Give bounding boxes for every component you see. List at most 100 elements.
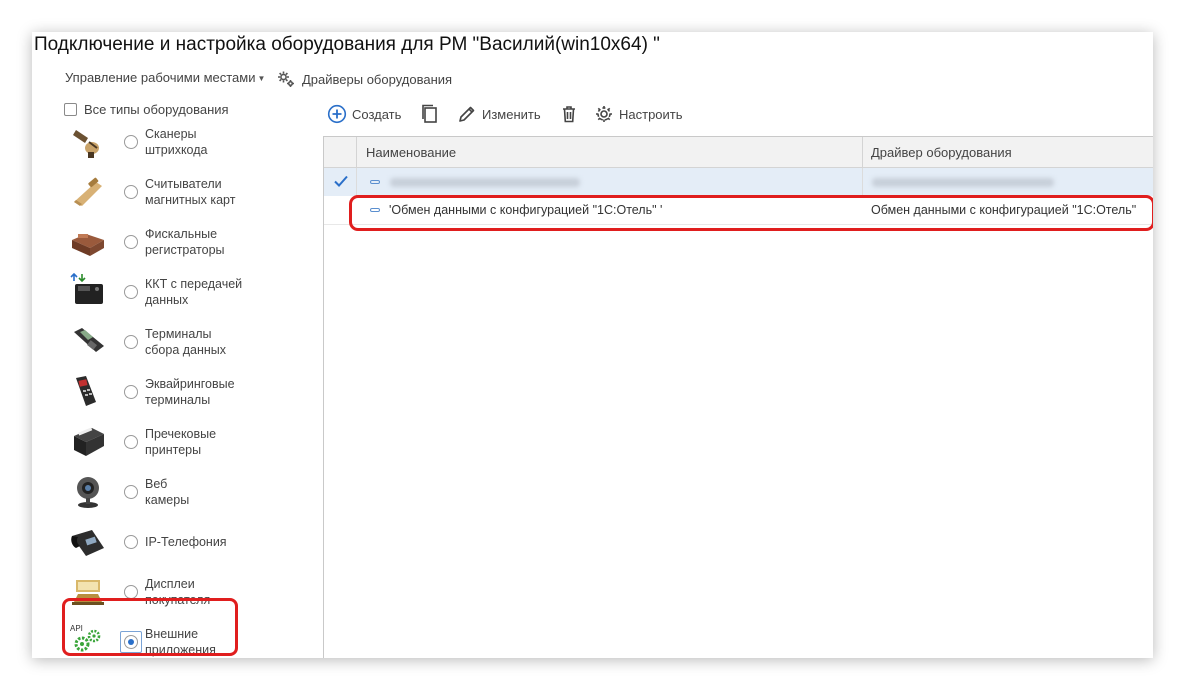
column-header-driver[interactable]: Драйвер оборудования: [871, 145, 1012, 160]
acquiring-terminal-icon: [68, 372, 108, 412]
label-line: регистраторы: [145, 243, 225, 257]
fiscal-registrar-icon: [68, 222, 108, 262]
equipment-type-item[interactable]: Эквайринговые терминалы: [32, 368, 322, 418]
equipment-type-item[interactable]: Терминалы сбора данных: [32, 318, 322, 368]
column-divider: [356, 137, 357, 167]
label-line: Терминалы: [145, 327, 212, 341]
data-terminal-icon: [68, 322, 108, 362]
label-line: магнитных карт: [145, 193, 236, 207]
label-line: Пречековые: [145, 427, 217, 441]
receipt-printer-icon: [74, 427, 104, 456]
label-line: ККТ с передачей: [145, 277, 243, 291]
barcode-scanner-icon: [68, 122, 108, 162]
top-toolbar: Управление рабочими местами ▼ Драйверы об…: [32, 68, 632, 90]
ip-phone-icon: [68, 522, 108, 562]
blurred-driver: [872, 178, 1054, 187]
column-header-name[interactable]: Наименование: [366, 145, 456, 160]
trash-icon: [563, 106, 575, 123]
edit-label: Изменить: [482, 106, 541, 122]
label-line: Фискальные: [145, 227, 218, 241]
equipment-settings-window: Подключение и настройка оборудования для…: [32, 32, 1153, 658]
configure-label: Настроить: [619, 106, 683, 122]
highlight-hotel-row: [349, 195, 1153, 231]
equipment-type-radio[interactable]: [124, 285, 138, 299]
label-line: Считыватели: [145, 177, 222, 191]
workplaces-menu[interactable]: Управление рабочими местами ▼: [65, 70, 265, 85]
label-line: IP-Телефония: [145, 535, 227, 549]
equipment-type-item[interactable]: Пречековые принтеры: [32, 418, 322, 468]
drivers-button[interactable]: Драйверы оборудования: [276, 68, 452, 90]
equipment-type-radio[interactable]: [124, 435, 138, 449]
card-reader-icon: [68, 172, 108, 212]
label-line: Сканеры: [145, 127, 197, 141]
equipment-type-radio[interactable]: [124, 485, 138, 499]
edit-button[interactable]: Изменить: [457, 102, 541, 126]
drivers-button-label: Драйверы оборудования: [302, 71, 453, 87]
webcam-icon: [77, 477, 99, 508]
highlight-external-apps: [62, 598, 238, 656]
acquiring-terminal-icon: [76, 376, 96, 406]
label-line: сбора данных: [145, 343, 227, 357]
label-line: Веб: [145, 477, 168, 491]
equipment-type-radio[interactable]: [124, 335, 138, 349]
equipment-type-label: Считыватели магнитных карт: [145, 176, 275, 208]
label-line: данных: [145, 293, 189, 307]
fiscal-registrar-icon: [72, 234, 104, 256]
equipment-type-panel: Все типы оборудования Сканеры штрихкода Сч…: [32, 98, 322, 658]
receipt-printer-icon: [68, 422, 108, 462]
equipment-type-item[interactable]: ККТ с передачей данных: [32, 268, 322, 318]
equipment-type-radio[interactable]: [124, 535, 138, 549]
equipment-type-radio[interactable]: [124, 585, 138, 599]
equipment-type-label: Веб камеры: [145, 476, 275, 508]
label-line: камеры: [145, 493, 190, 507]
create-label: Создать: [352, 106, 402, 122]
column-divider: [862, 137, 863, 167]
equipment-type-radio[interactable]: [124, 185, 138, 199]
equipment-type-radio[interactable]: [124, 235, 138, 249]
card-reader-icon: [74, 177, 102, 206]
barcode-scanner-icon: [73, 130, 99, 158]
copy-button[interactable]: [420, 102, 445, 126]
dropdown-caret-icon: ▼: [257, 74, 266, 84]
equipment-type-label: IP-Телефония: [145, 534, 275, 550]
pencil-icon: [459, 106, 475, 122]
delete-button[interactable]: [559, 102, 584, 126]
ip-phone-icon: [71, 530, 104, 556]
label-line: принтеры: [145, 443, 202, 457]
list-toolbar: Создать Изменить Настроить: [327, 102, 927, 126]
plus-circle-icon: [327, 104, 347, 124]
label-line: штрихкода: [145, 143, 208, 157]
equipment-type-item[interactable]: IP-Телефония: [32, 518, 322, 568]
gears-icon: [278, 71, 294, 87]
data-terminal-icon: [74, 328, 104, 352]
kkt-icon: [68, 272, 108, 312]
window-title: Подключение и настройка оборудования для…: [34, 34, 660, 55]
webcam-icon: [68, 472, 108, 512]
equipment-type-radio[interactable]: [124, 385, 138, 399]
table-header: Наименование Драйвер оборудования: [324, 137, 1153, 168]
checkbox-box[interactable]: [64, 103, 77, 116]
equipment-type-item[interactable]: Веб камеры: [32, 468, 322, 518]
equipment-type-label: Фискальные регистраторы: [145, 226, 275, 258]
column-divider: [356, 168, 357, 196]
equipment-type-item[interactable]: Сканеры штрихкода: [32, 118, 322, 168]
equipment-type-label: Пречековые принтеры: [145, 426, 275, 458]
equipment-type-label: Эквайринговые терминалы: [145, 376, 275, 408]
equipment-type-radio[interactable]: [124, 135, 138, 149]
copy-icon: [422, 104, 437, 123]
checkmark-icon: [334, 175, 348, 187]
equipment-type-item[interactable]: Считыватели магнитных карт: [32, 168, 322, 218]
create-button[interactable]: Создать: [327, 102, 401, 126]
kkt-icon: [70, 272, 103, 304]
item-icon: [370, 180, 380, 184]
configure-button[interactable]: Настроить: [594, 102, 683, 126]
workplaces-menu-label: Управление рабочими местами: [65, 70, 256, 85]
equipment-type-label: Терминалы сбора данных: [145, 326, 275, 358]
table-row[interactable]: [324, 168, 1153, 196]
all-types-label: Все типы оборудования: [84, 102, 229, 117]
gear-icon: [596, 106, 612, 122]
label-line: Эквайринговые: [145, 377, 235, 391]
all-types-checkbox[interactable]: Все типы оборудования: [64, 102, 229, 117]
label-line: Дисплеи: [145, 577, 195, 591]
equipment-type-item[interactable]: Фискальные регистраторы: [32, 218, 322, 268]
